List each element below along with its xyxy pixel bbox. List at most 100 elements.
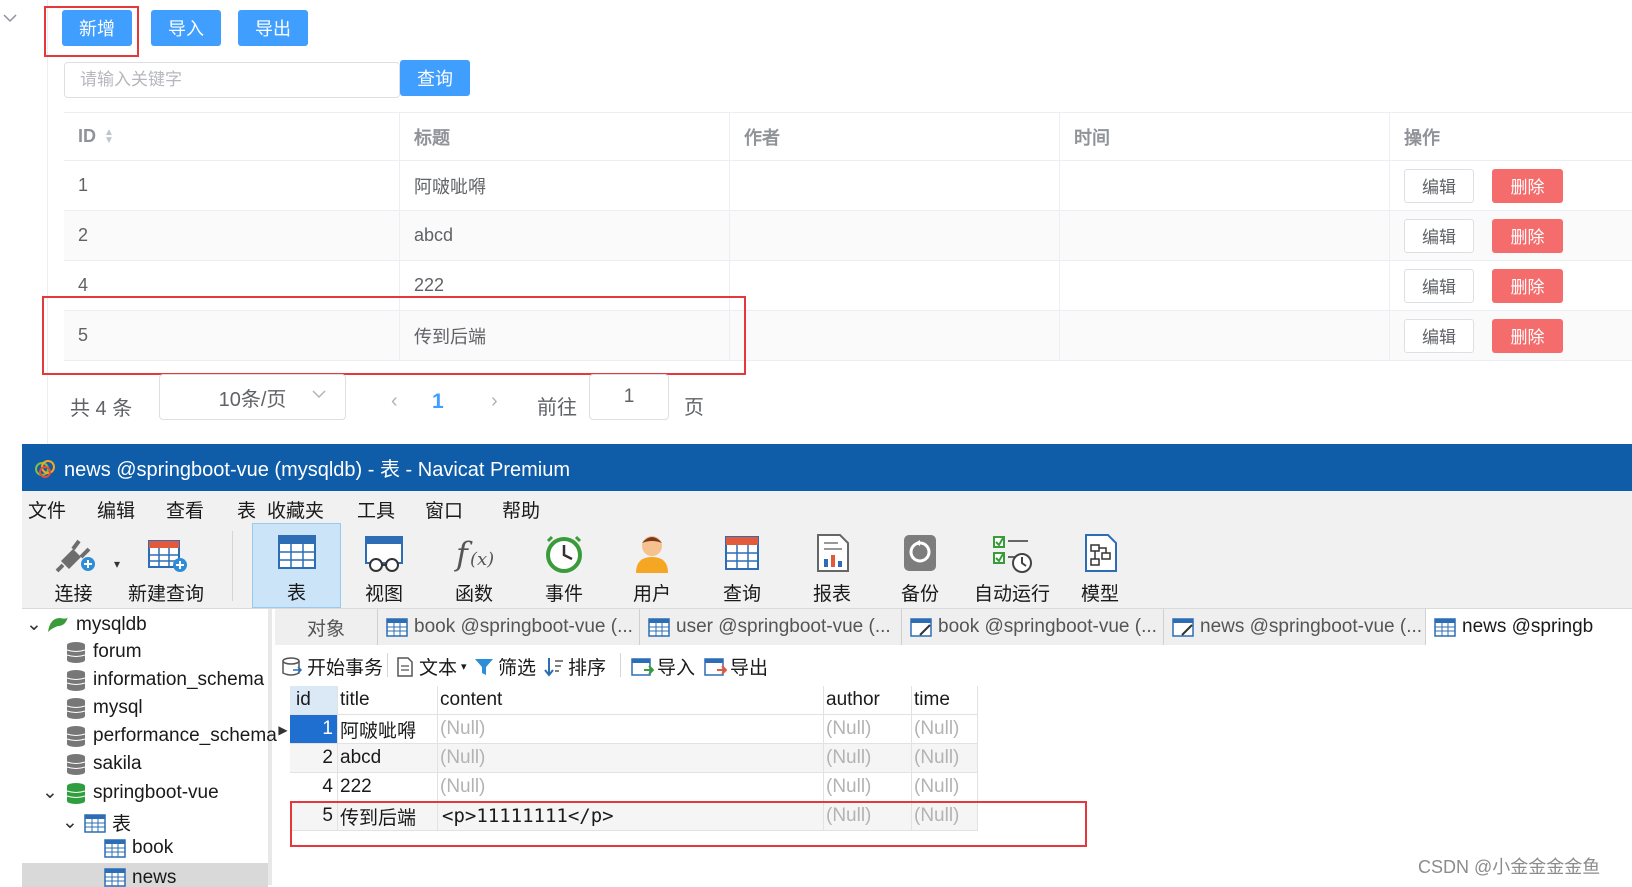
toolbar-query[interactable]: 查询 — [702, 523, 782, 608]
toolbar-view[interactable]: 视图 — [344, 523, 424, 608]
goto-page-input[interactable]: 1 — [589, 374, 669, 420]
grid-cell-time[interactable]: (Null) — [912, 744, 978, 773]
grid-cell-id[interactable]: 1 — [290, 715, 338, 744]
begin-transaction-button[interactable]: 开始事务 — [281, 653, 383, 680]
tree-item-db-sakila[interactable]: sakila — [66, 753, 142, 775]
user-icon — [636, 536, 668, 573]
toolbar-automation[interactable]: 自动运行 — [968, 523, 1056, 608]
toolbar-label: 表 — [286, 583, 306, 604]
page-number-current[interactable]: 1 — [432, 390, 444, 414]
collapse-chevron-icon[interactable] — [2, 10, 20, 28]
tree-item-db-mysql[interactable]: mysql — [66, 697, 143, 719]
next-page-icon[interactable]: › — [491, 390, 498, 413]
tab-book-design[interactable]: book @springboot-vue (... — [902, 609, 1164, 645]
database-icon — [66, 754, 86, 775]
grid-cell-time[interactable]: (Null) — [912, 773, 978, 802]
chevron-down-icon[interactable]: ⌄ — [42, 781, 66, 804]
grid-cell-content[interactable]: (Null) — [438, 744, 824, 773]
toolbar-user[interactable]: 用户 — [612, 523, 692, 608]
delete-button[interactable]: 删除 — [1492, 268, 1563, 303]
tab-book-1[interactable]: book @springboot-vue (... — [378, 609, 640, 645]
grid-cell-time[interactable]: (Null) — [912, 715, 978, 744]
object-tree: ⌄ mysqldb forum information_schema mysql… — [22, 609, 277, 887]
sort-caret-icon[interactable]: ▲ ▼ — [104, 127, 114, 145]
column-header-content[interactable]: content — [438, 686, 824, 715]
table-icon — [277, 535, 316, 569]
grid-cell-author[interactable]: (Null) — [824, 744, 912, 773]
sort-icon — [544, 657, 563, 677]
search-button[interactable]: 查询 — [400, 60, 470, 96]
menu-view[interactable]: 查看 — [166, 496, 204, 523]
tree-item-db-information-schema[interactable]: information_schema — [66, 669, 264, 691]
export-wizard-button[interactable]: 导出 — [703, 653, 768, 680]
menu-tools[interactable]: 工具 — [357, 496, 395, 523]
column-header-time[interactable]: time — [912, 686, 978, 715]
column-header-id[interactable]: id — [290, 686, 338, 715]
toolbar-model[interactable]: 模型 — [1064, 523, 1136, 608]
tree-item-tables-folder[interactable]: ⌄ 表 — [62, 809, 131, 836]
grid-cell-title[interactable]: 阿啵呲嘚 — [338, 715, 438, 744]
table-icon — [1434, 618, 1456, 637]
sort-button[interactable]: 排序 — [543, 653, 606, 680]
delete-button[interactable]: 删除 — [1492, 168, 1563, 203]
toolbar-table[interactable]: 表 — [252, 523, 341, 608]
tree-item-connection[interactable]: ⌄ mysqldb — [26, 613, 147, 636]
dropdown-arrow-icon[interactable]: ▾ — [114, 557, 120, 571]
import-wizard-button[interactable]: 导入 — [630, 653, 695, 680]
tree-item-table-book[interactable]: book — [104, 837, 173, 859]
chevron-down-icon[interactable]: ⌄ — [62, 811, 84, 834]
edit-button[interactable]: 编辑 — [1404, 218, 1474, 253]
export-button[interactable]: 导出 — [238, 10, 308, 46]
menu-favorites[interactable]: 收藏夹 — [267, 496, 324, 523]
grid-cell-author[interactable]: (Null) — [824, 715, 912, 744]
tab-news-design[interactable]: news @springboot-vue (... — [1164, 609, 1426, 645]
edit-button[interactable]: 编辑 — [1404, 168, 1474, 203]
delete-button[interactable]: 删除 — [1492, 218, 1563, 253]
import-button[interactable]: 导入 — [151, 10, 221, 46]
tree-item-table-news[interactable]: news — [22, 863, 268, 887]
tab-label: news @springb — [1462, 616, 1594, 637]
menu-file[interactable]: 文件 — [28, 496, 66, 523]
tab-news-active[interactable]: news @springb — [1426, 609, 1632, 645]
chevron-down-icon[interactable]: ⌄ — [26, 613, 46, 636]
tree-item-db-springboot-vue[interactable]: ⌄ springboot-vue — [42, 781, 219, 804]
menu-help[interactable]: 帮助 — [502, 496, 540, 523]
toolbar-connect[interactable]: 连接 — [36, 523, 111, 608]
page-size-select[interactable]: 10条/页 — [159, 374, 346, 420]
table-icon — [104, 868, 126, 887]
search-input[interactable] — [64, 62, 400, 98]
menu-window[interactable]: 窗口 — [425, 496, 463, 523]
tab-user[interactable]: user @springboot-vue (... — [640, 609, 902, 645]
grid-cell-content[interactable]: (Null) — [438, 773, 824, 802]
table-icon — [104, 839, 126, 858]
column-header-id[interactable]: ID ▲ ▼ — [64, 113, 400, 160]
tree-item-db-forum[interactable]: forum — [66, 641, 142, 663]
tab-objects[interactable]: 对象 — [275, 609, 378, 645]
toolbar-backup[interactable]: 备份 — [880, 523, 960, 608]
export-table-icon — [704, 657, 727, 676]
toolbar-function[interactable]: f (x) 函数 — [434, 523, 514, 608]
column-header-author[interactable]: author — [824, 686, 912, 715]
menu-edit[interactable]: 编辑 — [97, 496, 135, 523]
toolbar-new-query[interactable]: 新建查询 — [126, 523, 206, 608]
column-header-title[interactable]: title — [338, 686, 438, 715]
tree-item-db-performance-schema[interactable]: performance_schema — [66, 725, 277, 747]
edit-button[interactable]: 编辑 — [1404, 268, 1474, 303]
delete-button[interactable]: 删除 — [1492, 318, 1563, 353]
grid-cell-title[interactable]: abcd — [338, 744, 438, 773]
grid-cell-id[interactable]: 2 — [290, 744, 338, 773]
grid-cell-author[interactable]: (Null) — [824, 773, 912, 802]
grid-cell-content[interactable]: (Null) — [438, 715, 824, 744]
toolbar-label: 备份 — [900, 584, 939, 605]
edit-button[interactable]: 编辑 — [1404, 318, 1474, 353]
toolbar-event[interactable]: 事件 — [524, 523, 604, 608]
text-view-button[interactable]: 文本 ▾ — [395, 653, 467, 680]
grid-cell-id[interactable]: 4 — [290, 773, 338, 802]
menu-table[interactable]: 表 — [237, 496, 256, 523]
filter-button[interactable]: 筛选 — [473, 653, 536, 680]
highlight-box-row-5 — [42, 296, 746, 375]
prev-page-icon[interactable]: ‹ — [391, 390, 398, 413]
toolbar-report[interactable]: 报表 — [792, 523, 872, 608]
divider — [47, 0, 48, 444]
grid-cell-title[interactable]: 222 — [338, 773, 438, 802]
